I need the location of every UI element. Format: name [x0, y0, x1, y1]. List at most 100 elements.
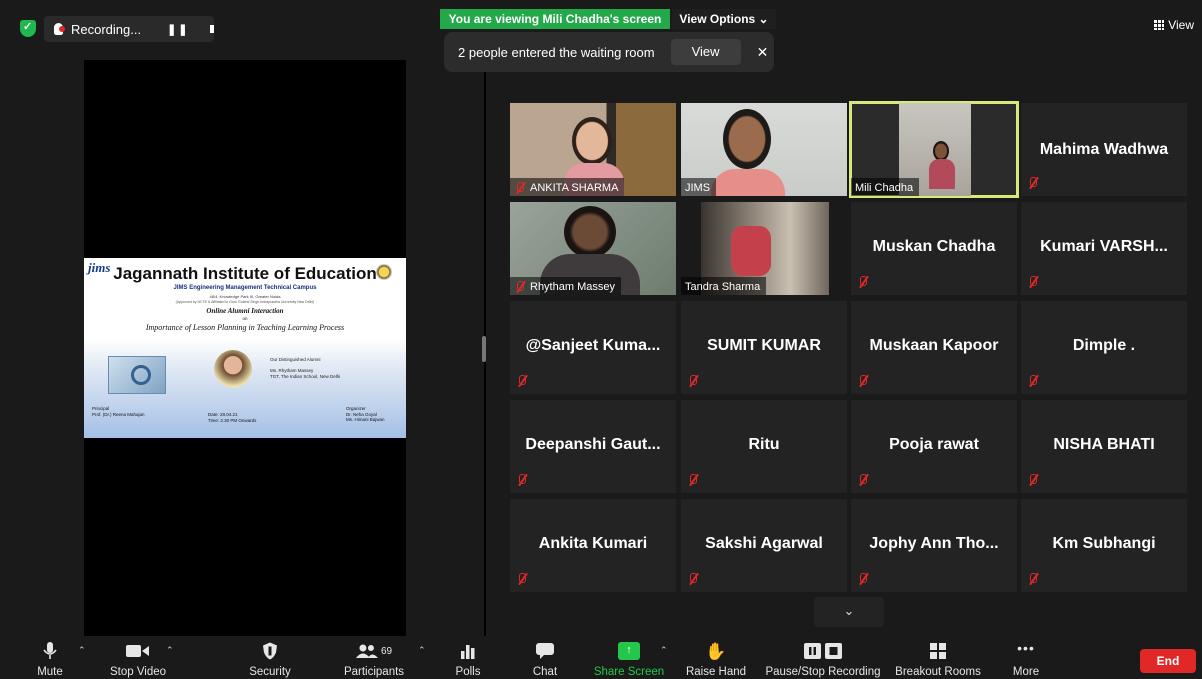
mic-muted-icon: [516, 572, 528, 586]
polls-button[interactable]: Polls: [448, 636, 488, 679]
participant-video-feed: [731, 226, 771, 276]
mic-muted-icon: [857, 374, 869, 388]
participants-icon-group: 69: [355, 642, 392, 660]
breakout-rooms-icon: [930, 643, 946, 659]
participant-label: ANKITA SHARMA: [510, 178, 625, 196]
participant-name: @Sanjeet Kuma...: [525, 337, 661, 354]
participant-tile-active-speaker[interactable]: Mili Chadha: [849, 101, 1019, 198]
slide-title: Jagannath Institute of Education: [113, 264, 377, 283]
mute-button[interactable]: Mute: [30, 636, 70, 679]
participant-name: ANKITA SHARMA: [530, 182, 619, 194]
view-button-label: View: [1168, 18, 1194, 32]
mic-muted-icon: [1027, 572, 1039, 586]
chevron-up-icon[interactable]: ⌃: [78, 645, 86, 656]
participant-tile[interactable]: Deepanshi Gaut...: [510, 400, 676, 493]
breakout-rooms-button[interactable]: Breakout Rooms: [892, 636, 984, 679]
participants-button[interactable]: 69 Participants: [334, 636, 414, 679]
end-meeting-button[interactable]: End: [1140, 649, 1196, 673]
participant-video-feed: [933, 141, 949, 161]
mic-muted-icon: [514, 280, 526, 294]
encryption-shield-icon[interactable]: [20, 20, 36, 37]
more-button[interactable]: ••• More: [1006, 636, 1046, 679]
participant-label: JIMS: [681, 178, 717, 196]
stop-recording-icon[interactable]: [209, 25, 214, 33]
mic-muted-icon: [1027, 473, 1039, 487]
mute-label: Mute: [37, 666, 63, 678]
security-label: Security: [249, 666, 291, 678]
participant-tile[interactable]: Mahima Wadhwa: [1021, 103, 1187, 196]
chevron-up-icon[interactable]: ⌃: [418, 645, 426, 656]
recording-indicator: Recording... ❚❚: [44, 16, 214, 42]
participant-name: Muskaan Kapoor: [869, 337, 999, 354]
participant-name: JIMS: [685, 182, 711, 194]
participant-tile[interactable]: NISHA BHATI: [1021, 400, 1187, 493]
participant-name: Rhytham Massey: [530, 281, 615, 293]
slide-address: 48/4, Knowledge Park III, Greater Noida: [209, 294, 281, 299]
chevron-down-icon[interactable]: ⌄: [814, 597, 884, 627]
mic-muted-icon: [857, 473, 869, 487]
participant-tile-video[interactable]: Rhytham Massey: [510, 202, 676, 295]
principal-block: Principal Prof. (Dr.) Reena Mahajan: [92, 406, 145, 417]
participant-tile[interactable]: Kumari VARSH...: [1021, 202, 1187, 295]
waiting-room-message: 2 people entered the waiting room: [458, 44, 655, 60]
view-options-dropdown[interactable]: View Options ⌄: [672, 9, 776, 29]
participant-name: Kumari VARSH...: [1040, 238, 1168, 255]
mic-muted-icon: [687, 374, 699, 388]
participant-name: Jophy Ann Tho...: [869, 535, 999, 552]
video-camera-icon: [126, 645, 149, 657]
participant-tile-video[interactable]: JIMS: [681, 103, 847, 196]
participants-label: Participants: [343, 666, 405, 678]
participant-video-feed: [564, 206, 616, 258]
participant-tile[interactable]: Muskan Chadha: [851, 202, 1017, 295]
mic-muted-icon: [687, 473, 699, 487]
participant-tile[interactable]: Dimple .: [1021, 301, 1187, 394]
participant-name: Mahima Wadhwa: [1039, 141, 1169, 158]
participant-tile[interactable]: SUMIT KUMAR: [681, 301, 847, 394]
slide-event: Online Alumni Interaction: [206, 307, 284, 315]
raise-hand-button[interactable]: ✋ Raise Hand: [684, 636, 748, 679]
participant-tile[interactable]: Ankita Kumari: [510, 499, 676, 592]
date-block: Date: 28.04.21 Time: 2.30 PM Onwards: [208, 412, 256, 423]
participant-label: Tandra Sharma: [681, 277, 767, 295]
chevron-up-icon[interactable]: ⌃: [166, 645, 174, 656]
participant-tile[interactable]: Pooja rawat: [851, 400, 1017, 493]
share-screen-label: Share Screen: [593, 666, 665, 678]
participant-tile[interactable]: Ritu: [681, 400, 847, 493]
participant-tile[interactable]: @Sanjeet Kuma...: [510, 301, 676, 394]
participant-tile[interactable]: Km Subhangi: [1021, 499, 1187, 592]
gallery-view-button[interactable]: View: [1154, 18, 1194, 32]
mic-muted-icon: [857, 572, 869, 586]
raise-hand-icon: ✋: [705, 642, 727, 661]
participant-name: SUMIT KUMAR: [707, 337, 821, 354]
mic-muted-icon: [1027, 275, 1039, 289]
participant-tile[interactable]: Muskaan Kapoor: [851, 301, 1017, 394]
alumni-role: TGT, The Indian School, New Delhi: [270, 374, 341, 379]
participant-label: Mili Chadha: [851, 178, 920, 196]
security-button[interactable]: Security: [240, 636, 300, 679]
alumni-block: Our Distinguished Alumni Ms. Rhytham Mas…: [270, 357, 340, 380]
chat-label: Chat: [532, 666, 558, 678]
pause-recording-icon[interactable]: ❚❚: [167, 23, 189, 36]
chevron-up-icon[interactable]: ⌃: [660, 645, 668, 656]
participant-tile[interactable]: Sakshi Agarwal: [681, 499, 847, 592]
share-screen-button[interactable]: ↑ Share Screen: [590, 636, 668, 679]
mic-muted-icon: [514, 181, 526, 195]
waiting-room-view-button[interactable]: View: [670, 39, 741, 65]
breakout-rooms-label: Breakout Rooms: [895, 666, 981, 678]
pause-stop-recording-button[interactable]: Pause/Stop Recording: [764, 636, 882, 679]
principal-name: Prof. (Dr.) Reena Mahajan: [92, 411, 145, 417]
participant-tile-video[interactable]: Tandra Sharma: [681, 202, 847, 295]
waiting-room-notification: 2 people entered the waiting room View ✕: [444, 32, 774, 72]
grid-icon: [1154, 20, 1165, 30]
chat-button[interactable]: Chat: [525, 636, 565, 679]
participant-tile[interactable]: Jophy Ann Tho...: [851, 499, 1017, 592]
close-icon[interactable]: ✕: [757, 44, 769, 61]
bar-chart-icon: [461, 645, 475, 659]
participant-name: Km Subhangi: [1052, 535, 1156, 552]
microphone-icon: [43, 642, 57, 659]
stop-video-button[interactable]: Stop Video: [100, 636, 176, 679]
participant-tile-video[interactable]: ANKITA SHARMA: [510, 103, 676, 196]
pause-stop-recording-icon: [804, 643, 842, 659]
mic-muted-icon: [516, 374, 528, 388]
organizer-2: Ms. Himani Bajwan: [346, 417, 385, 422]
